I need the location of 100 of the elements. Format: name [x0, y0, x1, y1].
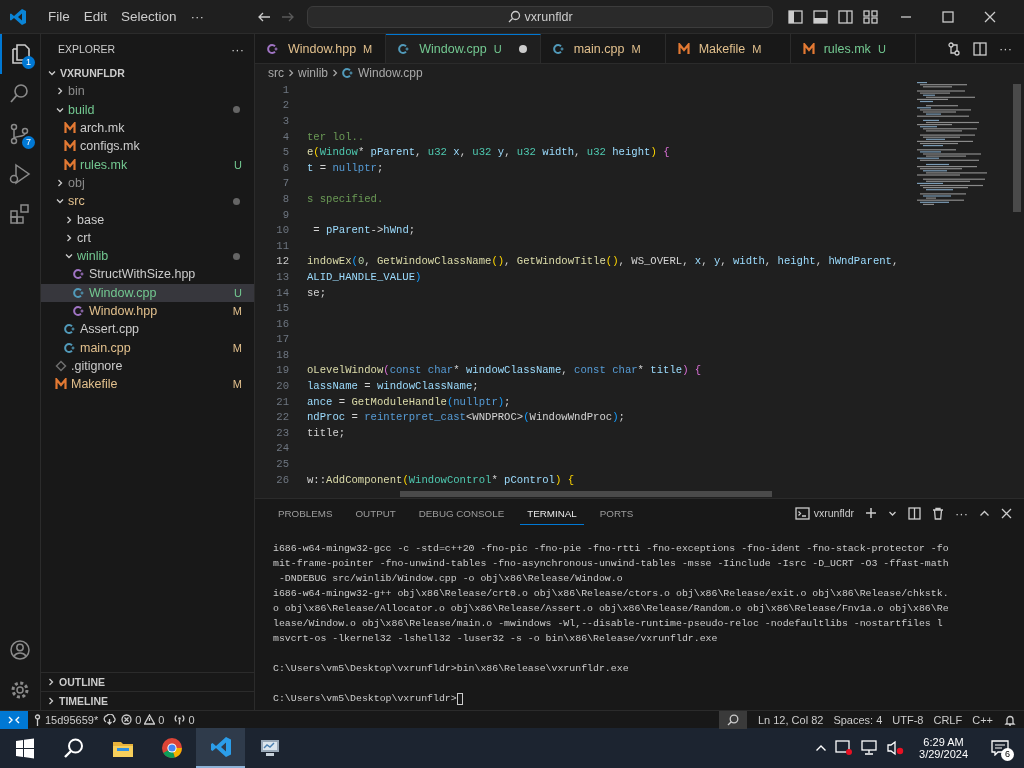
tree-item[interactable]: Makefile M	[41, 375, 254, 394]
editor-tab[interactable]: Window.cpp U	[386, 34, 541, 63]
remote-button[interactable]	[0, 710, 28, 729]
tree-item[interactable]: Window.cpp U	[41, 283, 254, 302]
line-number: 9	[281, 208, 289, 221]
sync-icon[interactable]	[103, 714, 117, 725]
tree-item[interactable]: StructWithSize.hpp	[41, 265, 254, 284]
breadcrumb-item[interactable]: Window.cpp	[342, 66, 423, 80]
network-icon[interactable]	[861, 740, 880, 756]
line-number: 8	[281, 192, 289, 205]
tree-item[interactable]: .gitignore	[41, 356, 254, 376]
tab-label: Window.hpp	[288, 41, 357, 56]
tree-item[interactable]: VXRUNFLDR	[41, 64, 254, 83]
line-number: 16	[275, 317, 289, 330]
toggle-sidebar-icon[interactable]	[788, 9, 804, 24]
split-editor-icon[interactable]	[973, 41, 987, 56]
tree-item[interactable]: src	[41, 192, 254, 211]
editor-tab[interactable]: Makefile M	[665, 34, 791, 63]
compare-changes-icon[interactable]	[947, 41, 961, 56]
terminal-line: C:\Users\vm5\Desktop\vxrunfldr>bin\x86\Release\vxrunfldr.exe	[273, 662, 629, 676]
tree-item[interactable]: main.cpp M	[41, 338, 254, 357]
problems-status[interactable]: 0 0	[116, 713, 170, 726]
scrollbar-thumb[interactable]	[400, 491, 772, 497]
command-center[interactable]: vxrunfldr	[307, 5, 774, 28]
terminal-line: msvcrt-os -lkernel32 -lshell32 -luser32 -s -o bin\x86\Release/vxrunfldr.exe	[273, 632, 718, 646]
count-badge: 6	[1001, 748, 1014, 761]
file-name: obj	[68, 175, 86, 190]
tree-item[interactable]: configs.mk	[41, 137, 254, 156]
tree-item[interactable]: rules.mk U	[41, 155, 254, 174]
status-item[interactable]: C++	[967, 713, 998, 726]
line-number: 24	[275, 442, 289, 455]
tree-item[interactable]: obj	[41, 173, 254, 193]
bell-icon[interactable]	[1004, 713, 1016, 726]
menu-item[interactable]: Selection	[114, 6, 184, 27]
line-number: 14	[275, 286, 289, 299]
menu-item[interactable]: Edit	[76, 6, 115, 27]
customize-layout-icon[interactable]	[863, 9, 879, 24]
tree-item[interactable]: Assert.cpp	[41, 320, 254, 339]
maximize-icon[interactable]	[942, 10, 955, 23]
tree-item[interactable]: build	[41, 100, 254, 119]
panel-tab[interactable]: TERMINAL	[520, 501, 584, 525]
speaker-muted-icon[interactable]	[887, 740, 906, 756]
clock[interactable]: 6:29 AM 3/29/2024	[919, 736, 968, 760]
line-number: 12	[275, 255, 289, 268]
message-icon	[991, 740, 1009, 756]
panel-tab[interactable]: PORTS	[592, 502, 641, 524]
ports-status[interactable]: 0	[169, 713, 200, 726]
close-icon[interactable]	[1001, 507, 1012, 519]
editor-tab[interactable]: rules.mk U	[790, 34, 916, 63]
more-actions[interactable]: ···	[955, 505, 968, 521]
chevron-right-icon[interactable]	[55, 177, 65, 188]
git-status-label: M	[232, 341, 242, 354]
cpp-file-icon	[342, 67, 354, 79]
breadcrumb-item[interactable]: winlib	[298, 66, 328, 80]
more-actions[interactable]: ···	[231, 41, 244, 57]
editor-tab[interactable]: main.cpp M	[540, 34, 666, 63]
panel-tab[interactable]: DEBUG CONSOLE	[411, 502, 512, 524]
status-item[interactable]: CRLF	[928, 713, 968, 726]
tree-item[interactable]: Window.hpp M	[41, 301, 254, 321]
tree-item[interactable]: crt	[41, 228, 254, 247]
plus-icon[interactable]	[865, 507, 877, 519]
account-icon[interactable]	[8, 638, 32, 662]
scrollbar-thumb[interactable]	[1013, 84, 1021, 212]
tablet-alert-icon[interactable]	[835, 740, 854, 756]
trash-icon[interactable]	[932, 506, 944, 520]
panel-tab[interactable]: PROBLEMS	[271, 502, 340, 524]
terminal-name[interactable]: vxrunfldr	[813, 507, 854, 519]
tree-item[interactable]: base	[41, 210, 254, 229]
menu-item[interactable]: File	[41, 6, 77, 27]
line-number: 5	[281, 146, 289, 159]
branch-status[interactable]: 15d95659*	[28, 713, 104, 726]
section-header[interactable]: OUTLINE	[41, 672, 254, 691]
zoom-button[interactable]	[718, 710, 747, 729]
close-icon[interactable]	[984, 10, 997, 23]
activity-tab[interactable]: 7	[0, 114, 40, 154]
toggle-panel-icon[interactable]	[813, 9, 829, 24]
breadcrumb-item[interactable]: src	[268, 66, 284, 80]
notifications-button[interactable]: 6	[986, 734, 1014, 762]
cpp-file-icon	[64, 323, 76, 336]
file-name: Assert.cpp	[80, 322, 141, 337]
app-logo-icon[interactable]	[9, 7, 27, 26]
header-file-icon	[73, 268, 85, 281]
tree-item[interactable]: arch.mk	[41, 118, 254, 138]
split-terminal-icon[interactable]	[908, 506, 921, 520]
cpp-file-icon	[398, 43, 411, 55]
menu-item[interactable]: ···	[183, 6, 212, 27]
tree-item[interactable]: winlib	[41, 246, 254, 266]
panel-tab[interactable]: OUTPUT	[348, 502, 403, 524]
status-item[interactable]: UTF-8	[887, 713, 929, 726]
tree-item[interactable]: bin	[41, 82, 254, 101]
more-actions[interactable]: ···	[999, 41, 1012, 56]
chevron-right-icon[interactable]	[55, 86, 65, 97]
chevron-right-icon[interactable]	[64, 232, 74, 243]
cpp-file-icon	[64, 341, 76, 354]
status-item[interactable]: Spaces: 4	[828, 713, 888, 726]
status-item[interactable]: Ln 12, Col 82	[752, 713, 829, 726]
toggle-secondary-sidebar-icon[interactable]	[838, 9, 854, 24]
file-name: Makefile	[71, 377, 119, 392]
chevron-right-icon[interactable]	[64, 214, 74, 225]
code-editor-icon	[209, 736, 232, 758]
